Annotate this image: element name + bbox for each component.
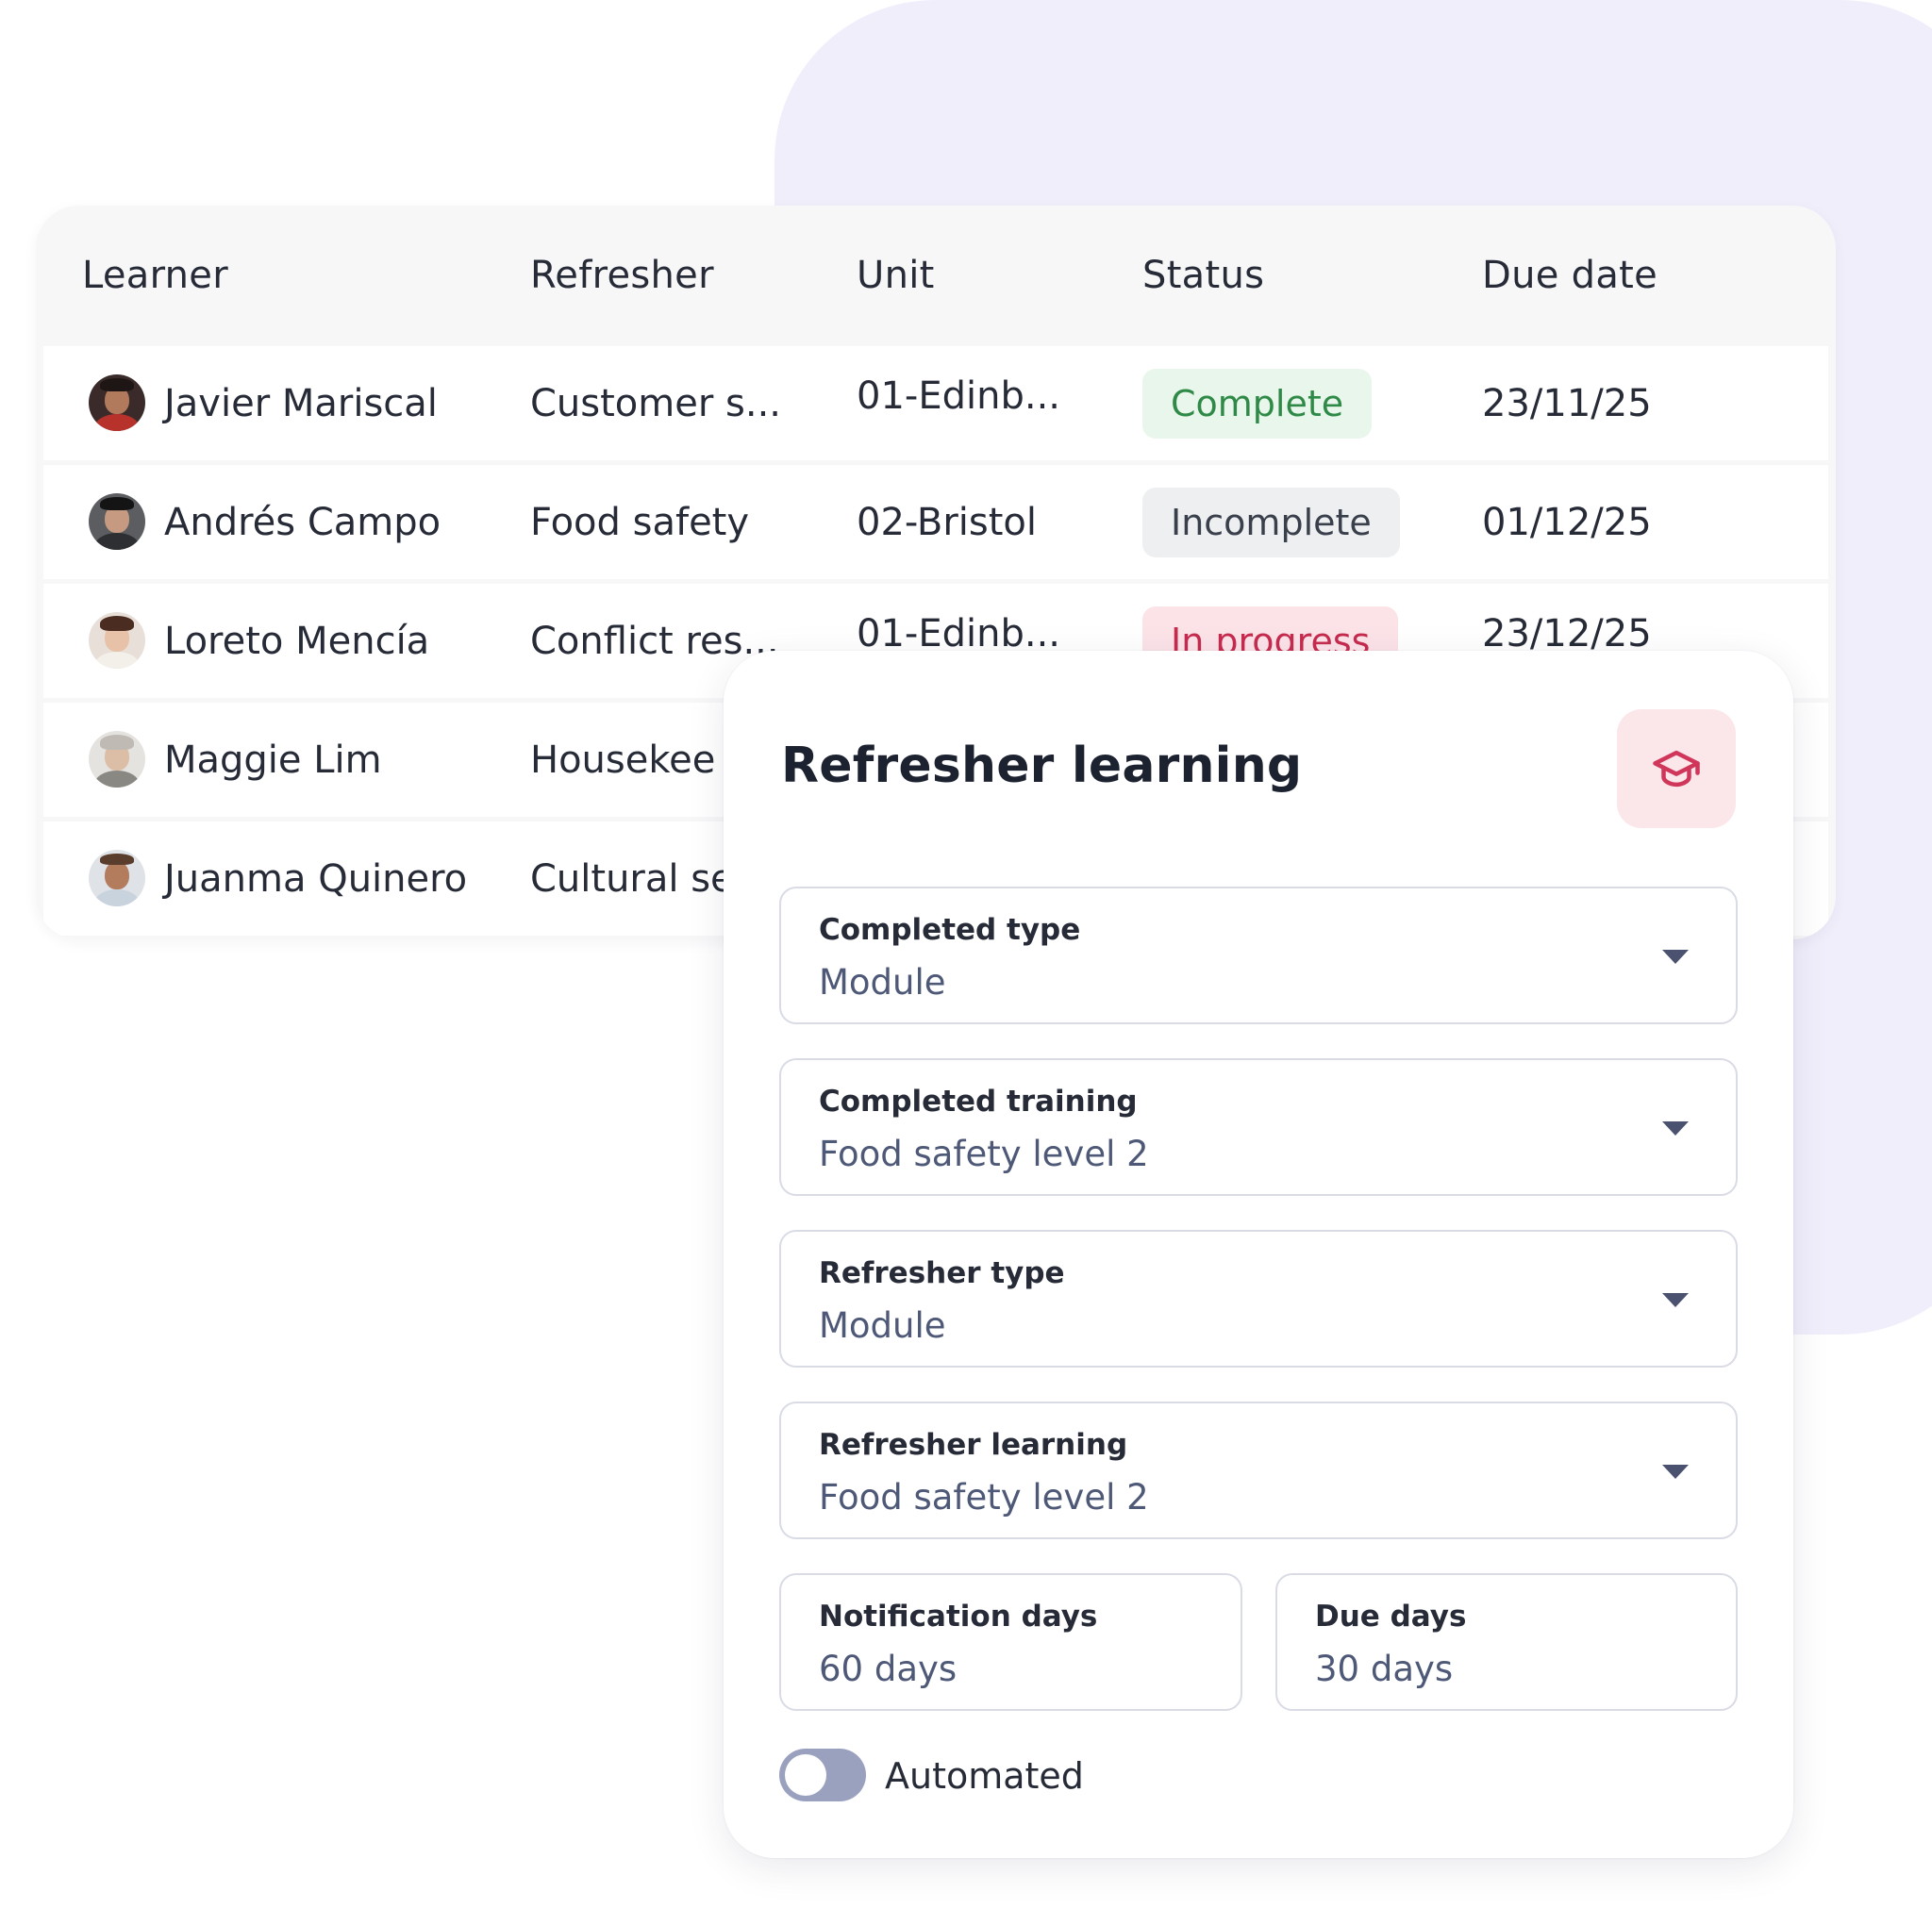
field-label: Refresher learning xyxy=(819,1428,1128,1462)
automated-label: Automated xyxy=(885,1755,1084,1797)
refresher-learning-panel: Refresher learning Completed type Module… xyxy=(724,651,1793,1858)
table-row[interactable]: Andrés Campo Food safety 02-Bristol Inco… xyxy=(43,465,1828,579)
graduation-cap-icon xyxy=(1653,750,1700,788)
chevron-down-icon xyxy=(1662,1465,1689,1479)
page: Learner Refresher Unit Status Due date J… xyxy=(0,0,1932,1908)
avatar xyxy=(89,493,145,550)
column-header-due-date[interactable]: Due date xyxy=(1482,206,1657,345)
field-label: Completed type xyxy=(819,913,1081,947)
unit-name: 02-Bristol xyxy=(857,500,1038,544)
learner-name: Maggie Lim xyxy=(164,738,382,782)
status-badge: Incomplete xyxy=(1142,487,1400,557)
field-value: Module xyxy=(819,962,946,1003)
automated-toggle[interactable] xyxy=(779,1749,866,1801)
learner-name: Loreto Mencía xyxy=(164,619,430,663)
learner-name: Javier Mariscal xyxy=(164,381,438,425)
chevron-down-icon xyxy=(1662,950,1689,964)
field-value: Module xyxy=(819,1305,946,1346)
column-header-status[interactable]: Status xyxy=(1142,206,1264,345)
avatar xyxy=(89,612,145,669)
unit-name: 01-Edinb... xyxy=(857,373,1060,418)
field-label: Due days xyxy=(1315,1600,1467,1634)
column-header-refresher[interactable]: Refresher xyxy=(530,206,714,345)
learner-name: Juanma Quinero xyxy=(164,856,468,901)
chevron-down-icon xyxy=(1662,1293,1689,1307)
refresher-type-select[interactable]: Refresher type Module xyxy=(779,1230,1738,1368)
due-date: 01/12/25 xyxy=(1482,500,1652,544)
notification-days-field[interactable]: Notification days 60 days xyxy=(779,1573,1242,1711)
due-date: 23/11/25 xyxy=(1482,381,1652,425)
column-header-unit[interactable]: Unit xyxy=(857,206,935,345)
field-value: 30 days xyxy=(1315,1649,1454,1689)
completed-training-select[interactable]: Completed training Food safety level 2 xyxy=(779,1058,1738,1196)
field-label: Completed training xyxy=(819,1085,1138,1119)
refresher-name: Cultural se xyxy=(530,856,734,901)
learner-name: Andrés Campo xyxy=(164,500,441,544)
avatar xyxy=(89,374,145,431)
avatar xyxy=(89,731,145,788)
field-value: Food safety level 2 xyxy=(819,1134,1149,1174)
table-header: Learner Refresher Unit Status Due date xyxy=(36,206,1836,345)
completed-type-select[interactable]: Completed type Module xyxy=(779,887,1738,1024)
table-row[interactable]: Javier Mariscal Customer s... 01-Edinb..… xyxy=(43,346,1828,460)
refresher-name: Housekee xyxy=(530,738,716,782)
due-days-field[interactable]: Due days 30 days xyxy=(1275,1573,1738,1711)
toggle-knob xyxy=(785,1754,826,1796)
chevron-down-icon xyxy=(1662,1121,1689,1136)
field-value: 60 days xyxy=(819,1649,958,1689)
field-label: Refresher type xyxy=(819,1256,1065,1290)
field-value: Food safety level 2 xyxy=(819,1477,1149,1518)
column-header-learner[interactable]: Learner xyxy=(82,206,228,345)
status-badge: Complete xyxy=(1142,368,1373,439)
graduation-cap-button[interactable] xyxy=(1617,709,1736,828)
refresher-name: Food safety xyxy=(530,500,750,544)
avatar xyxy=(89,850,145,906)
refresher-learning-select[interactable]: Refresher learning Food safety level 2 xyxy=(779,1402,1738,1539)
panel-title: Refresher learning xyxy=(781,738,1303,794)
field-label: Notification days xyxy=(819,1600,1098,1634)
refresher-name: Customer s... xyxy=(530,381,781,425)
